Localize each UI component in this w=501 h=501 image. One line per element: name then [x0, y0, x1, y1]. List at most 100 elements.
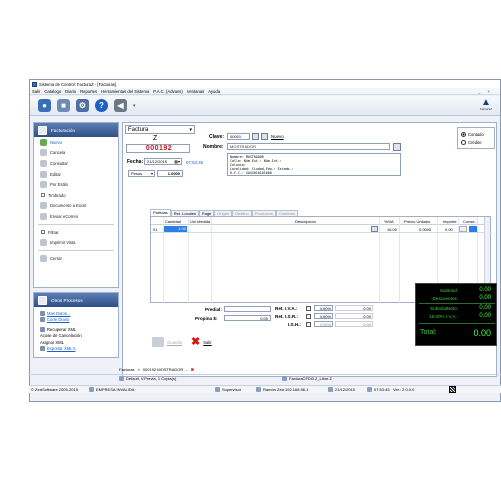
- nombre-input[interactable]: MOSTRADOR: [227, 143, 390, 150]
- cell-iva[interactable]: 16.00: [387, 227, 397, 232]
- radio-credito[interactable]: Crédito: [461, 140, 482, 145]
- hora-label: 07:53:45: [186, 159, 204, 165]
- timbrado-checkbox[interactable]: [41, 193, 45, 198]
- printer-status[interactable]: Default, V.Previa, 1 Copia(s): [119, 375, 176, 381]
- propina-input[interactable]: 0.00: [224, 315, 271, 321]
- sidebar-item-excel[interactable]: Documento a Excel: [34, 201, 118, 212]
- predial-input[interactable]: [224, 306, 271, 312]
- menu-catalogo[interactable]: Catalogo: [44, 89, 61, 94]
- tipo-cambio-input[interactable]: 1.0000: [157, 170, 183, 177]
- cell-precio[interactable]: 0.0000: [419, 227, 431, 232]
- sidebar-item-filtrar[interactable]: Filtrar: [34, 227, 118, 238]
- user-settings-icon[interactable]: ⚙: [76, 99, 89, 112]
- col-descripcion[interactable]: Descripción: [295, 219, 316, 224]
- guardar-button[interactable]: Guardar: [152, 337, 182, 347]
- document-tabs: Facturas » 000192:MOSTRADOR ... ✖: [119, 367, 194, 372]
- folio-field: 000192: [126, 144, 190, 153]
- menu-ayuda[interactable]: Ayuda: [208, 89, 220, 94]
- company-icon[interactable]: ■: [57, 99, 70, 112]
- menu-ventanas[interactable]: Ventanas: [187, 89, 204, 94]
- salir-button[interactable]: ✖ Salir: [191, 337, 212, 348]
- close-icon: [40, 254, 47, 262]
- ret-iva-checkbox[interactable]: [306, 306, 311, 311]
- detail-tabs: Partidas Ret. Locales Page Origen Destin…: [150, 209, 299, 216]
- sidebar-item-consultar[interactable]: Consultar: [34, 158, 118, 169]
- user-icon: [215, 387, 220, 392]
- sidebar-item-por-estilo[interactable]: Por Estilo: [34, 179, 118, 190]
- menu-herramientas[interactable]: Herramientas del Sistema: [101, 89, 149, 94]
- excel-icon: [40, 202, 47, 210]
- client-lookup-icon[interactable]: [393, 143, 401, 151]
- sidebar-item-timbrado[interactable]: Timbrado: [34, 190, 118, 201]
- tab-partidas[interactable]: Partidas: [150, 209, 171, 216]
- menu-pac[interactable]: P.A.C. (Advans): [153, 89, 182, 94]
- users-icon[interactable]: ●: [38, 99, 51, 112]
- clave-label: Clave:: [209, 134, 225, 140]
- col-precio[interactable]: Precio Unitario: [404, 219, 430, 224]
- sidebar-item-cancela[interactable]: Cancela: [34, 148, 118, 159]
- otros-procesos-header[interactable]: Otros Procesos: [34, 293, 118, 307]
- fecha-label: Fecha:: [127, 159, 144, 165]
- sidebar-item-imprimir[interactable]: Imprimir Vista: [34, 237, 118, 248]
- doc-tab-facturas[interactable]: Facturas: [119, 367, 135, 372]
- fecha-input[interactable]: 21/12/2015 ▦▾: [144, 158, 182, 165]
- ret-iva-label: Ret. I.V.A.:: [275, 306, 298, 311]
- client-address-box: Nombre: MOSTRADOR Calle: Núm.Ext.: Núm.I…: [227, 153, 401, 176]
- ret-iva-pct[interactable]: 4.00%: [314, 305, 333, 311]
- search-client-button[interactable]: [252, 133, 259, 140]
- propina-label: Propina $:: [195, 316, 218, 321]
- date-status: 21/12/2015: [328, 387, 355, 392]
- doc-tab-current[interactable]: 000192:MOSTRADOR ...: [143, 367, 188, 372]
- exit-icon[interactable]: ◀: [114, 99, 127, 112]
- moneda-select[interactable]: Pesos ▾: [128, 170, 155, 177]
- radio-contado[interactable]: Contado: [461, 132, 484, 137]
- chevron-down-icon[interactable]: ▾: [133, 103, 136, 109]
- chevron-down-icon: ▾: [189, 126, 192, 133]
- subtotal-value: 0.00: [479, 287, 491, 293]
- col-importe[interactable]: Importe: [443, 219, 457, 224]
- facturacion-panel: Facturación Nuevo Cancela Consultar Edit…: [33, 122, 119, 288]
- window-controls[interactable]: _ ×: [478, 89, 493, 94]
- menu-diario[interactable]: Diario: [65, 89, 76, 94]
- col-unidad[interactable]: Uni.Medida: [190, 219, 210, 224]
- sidebar-item-ecorreo[interactable]: Enviar eCorreo: [34, 211, 118, 222]
- total-label: Total:: [420, 329, 437, 336]
- otros-item-exportar-xml[interactable]: Exportar XML's: [34, 346, 118, 353]
- facturacion-header[interactable]: Facturación: [34, 123, 118, 137]
- menu-salir[interactable]: Salir: [32, 89, 40, 94]
- ish-checkbox[interactable]: [306, 322, 311, 327]
- row-number: 01: [153, 227, 158, 232]
- nuevo-link[interactable]: Nuevo: [271, 134, 284, 139]
- doc-type-select[interactable]: Factura ▾: [125, 125, 195, 134]
- facturaz-logo: ▲ FacturaZ: [479, 97, 492, 111]
- sidebar-item-cerrar[interactable]: Cerrar: [34, 253, 118, 264]
- sidebar-item-editar[interactable]: Editar: [34, 169, 118, 180]
- ret-isr-pct[interactable]: 4.00%: [314, 313, 333, 319]
- ish-pct[interactable]: 3.00%: [314, 321, 333, 327]
- qr-icon[interactable]: [449, 386, 456, 393]
- search-icon: [40, 159, 47, 167]
- status-bar: © ZeaSoftware 2005-2015 EMPRESA INVALIDA…: [29, 385, 501, 393]
- filtrar-checkbox[interactable]: [41, 230, 45, 235]
- pago-group: Contado Crédito: [457, 127, 495, 149]
- description-lookup-button[interactable]: [371, 226, 378, 232]
- col-conse[interactable]: Conse...: [463, 219, 478, 224]
- cell-cantidad[interactable]: 1.00: [164, 226, 187, 232]
- calendar-icon: ▦▾: [174, 159, 180, 164]
- menu-reportes[interactable]: Reportes: [80, 89, 97, 94]
- conse-dropdown[interactable]: [459, 226, 467, 232]
- help-icon[interactable]: ?: [95, 99, 108, 112]
- client-card-button[interactable]: [261, 133, 268, 140]
- col-cantidad[interactable]: Cantidad: [165, 219, 181, 224]
- col-iva[interactable]: %IVA: [384, 219, 394, 224]
- invoice-form: Factura ▾ Z 000192 Fecha: 21/12/2015 ▦▾ …: [122, 122, 497, 377]
- sidebar-item-nuevo[interactable]: Nuevo: [34, 137, 118, 148]
- empresa-status: EMPRESA INVALIDA: [89, 387, 134, 392]
- ret-iva-value: 0.00: [335, 305, 373, 311]
- divider: [38, 249, 114, 251]
- app-icon: [32, 81, 37, 87]
- ret-isr-checkbox[interactable]: [306, 314, 311, 319]
- close-tab-icon[interactable]: ✖: [191, 367, 194, 372]
- clave-input[interactable]: 00001: [227, 133, 250, 140]
- table-row[interactable]: 01 1.00 16.00 0.0000 0.00: [151, 226, 492, 233]
